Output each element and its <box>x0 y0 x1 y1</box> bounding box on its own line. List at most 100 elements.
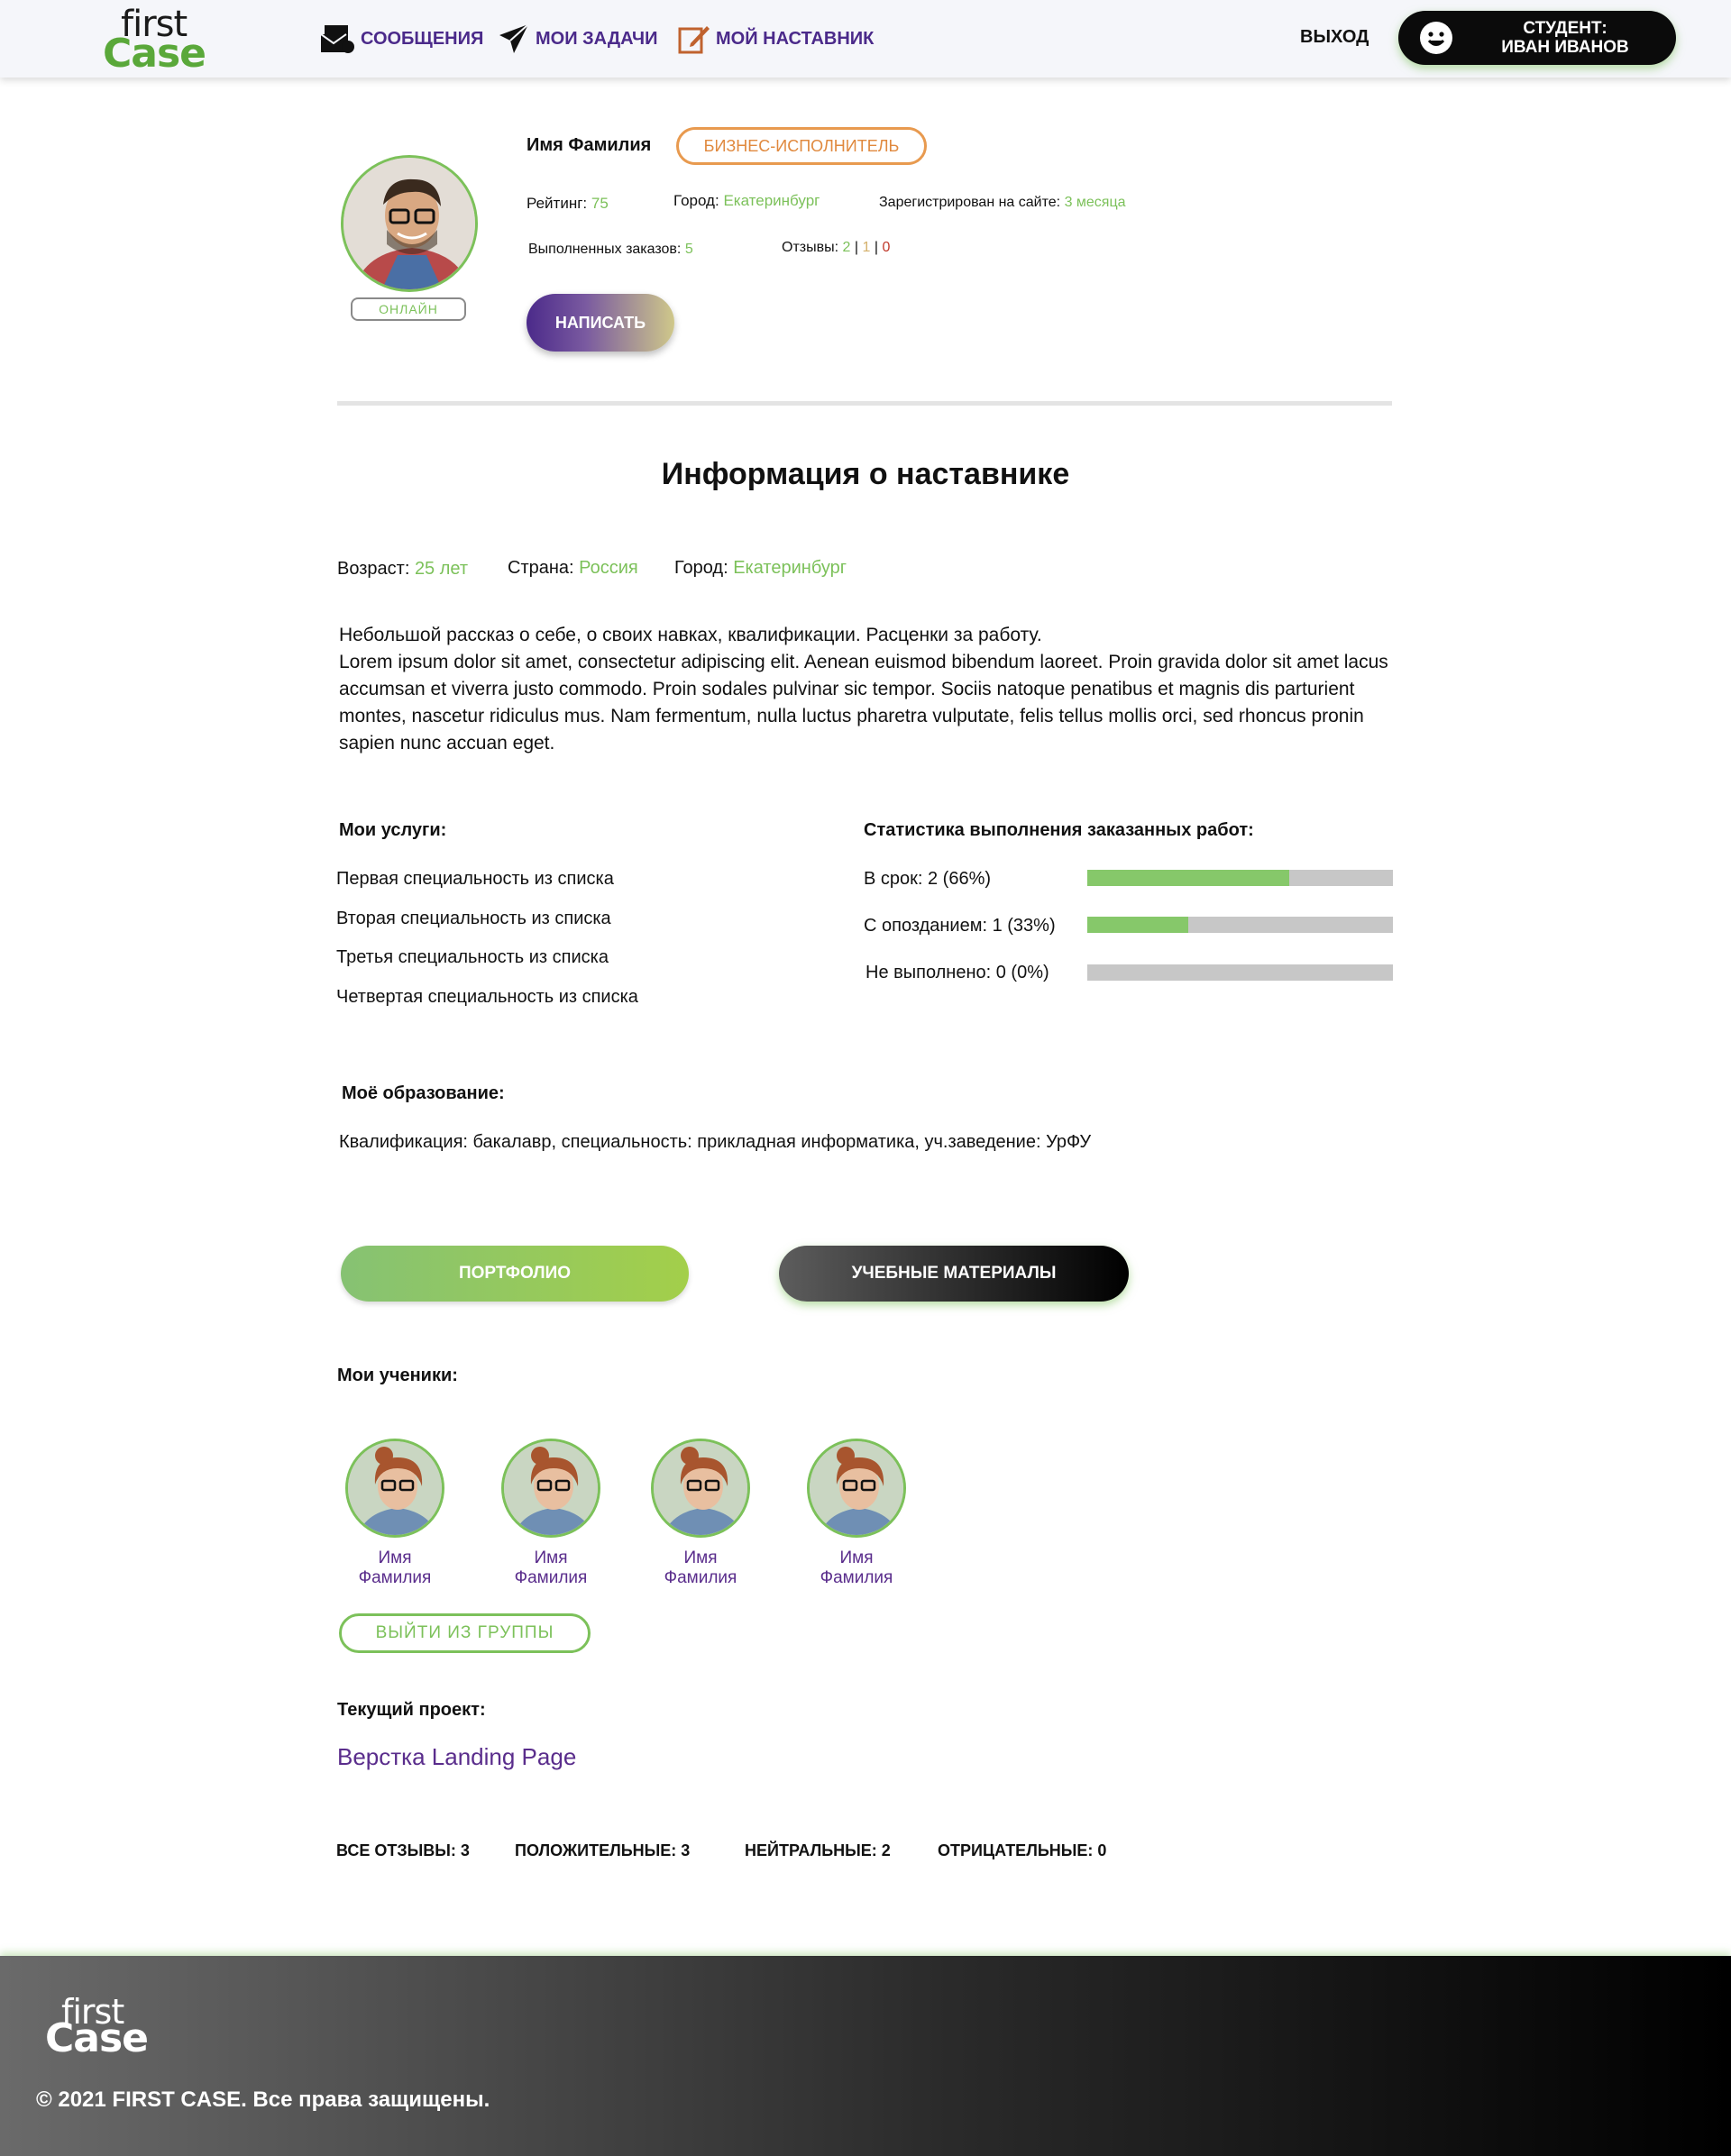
footer-logo-case: Case <box>45 2015 149 2061</box>
city-label: Город: <box>673 192 719 209</box>
footer: first Case © 2021 FIRST CASE. Все права … <box>0 1956 1731 2156</box>
student-name: Имя Фамилия <box>806 1548 907 1588</box>
nav-messages-label: СООБЩЕНИЯ <box>361 28 484 49</box>
send-icon <box>499 23 529 53</box>
smile-icon <box>1420 22 1452 54</box>
student-first-name: Имя <box>839 1548 874 1567</box>
student-last-name: Фамилия <box>514 1568 588 1587</box>
student-name: Имя Фамилия <box>344 1548 445 1588</box>
logo-case: Case <box>103 31 206 77</box>
info-city-value: Екатеринбург <box>733 558 847 578</box>
mentor-name: Имя Фамилия <box>527 135 652 155</box>
rating-stat: Рейтинг: 75 <box>527 195 609 213</box>
service-item: Четвертая специальность из списка <box>336 987 638 1007</box>
country-label: Страна: <box>508 558 574 578</box>
rating-value: 75 <box>591 195 609 212</box>
student-name: Имя Фамилия <box>650 1548 751 1588</box>
footer-logo[interactable]: first Case <box>45 1992 162 2064</box>
mentor-avatar <box>341 155 478 292</box>
nav-mentor-label: МОЙ НАСТАВНИК <box>716 28 875 49</box>
education-text: Квалификация: бакалавр, специальность: п… <box>339 1132 1092 1152</box>
city-value: Екатеринбург <box>723 192 820 209</box>
student-avatar <box>501 1439 600 1538</box>
rating-label: Рейтинг: <box>527 195 588 212</box>
service-item: Вторая специальность из списка <box>336 909 611 928</box>
header-logo[interactable]: first Case <box>103 4 211 77</box>
student-last-name: Фамилия <box>358 1568 432 1587</box>
online-status-badge: ОНЛАЙН <box>351 297 466 321</box>
tab-all-reviews[interactable]: ВСЕ ОТЗЫВЫ: 3 <box>336 1841 470 1860</box>
stat-ontime-fill <box>1087 870 1289 886</box>
student-name: Имя Фамилия <box>500 1548 601 1588</box>
nav-tasks-label: МОИ ЗАДАЧИ <box>536 28 658 49</box>
orders-label: Выполненных заказов: <box>528 242 682 257</box>
orders-stat: Выполненных заказов: 5 <box>528 242 693 258</box>
about-text: Небольшой рассказ о себе, о своих навках… <box>339 622 1403 757</box>
copyright-text: © 2021 FIRST CASE. Все права защищены. <box>36 2087 490 2112</box>
age-label: Возраст: <box>337 559 410 579</box>
nav-mentor[interactable]: МОЙ НАСТАВНИК <box>678 23 874 54</box>
country-value: Россия <box>579 558 638 578</box>
edit-icon <box>678 26 710 54</box>
mentor-info-title: Информация о наставнике <box>661 457 1070 491</box>
student-label: СТУДЕНТ: ИВАН ИВАНОВ <box>1470 19 1660 57</box>
student-name: ИВАН ИВАНОВ <box>1501 38 1629 57</box>
stat-failed-label: Не выполнено: 0 (0%) <box>866 963 1049 982</box>
service-item: Третья специальность из списка <box>336 947 609 967</box>
registered-stat: Зарегистрирован на сайте: 3 месяца <box>879 195 1126 211</box>
student-last-name: Фамилия <box>664 1568 737 1587</box>
student-avatar <box>345 1439 444 1538</box>
student-card[interactable]: Имя Фамилия <box>344 1439 445 1588</box>
student-avatar <box>651 1439 750 1538</box>
reviews-sep-1: | <box>854 240 859 255</box>
reviews-negative: 0 <box>882 240 891 255</box>
reviews-sep-2: | <box>874 240 878 255</box>
tab-neutral-reviews[interactable]: НЕЙТРАЛЬНЫЕ: 2 <box>745 1841 891 1860</box>
role-badge: БИЗНЕС-ИСПОЛНИТЕЛЬ <box>676 127 927 165</box>
students-title: Мои ученики: <box>337 1366 458 1385</box>
registered-value: 3 месяца <box>1064 195 1126 210</box>
stats-title: Статистика выполнения заказанных работ: <box>864 820 1254 840</box>
nav-messages[interactable]: СООБЩЕНИЯ <box>321 23 483 54</box>
info-city-label: Город: <box>674 558 728 578</box>
student-role: СТУДЕНТ: <box>1523 19 1607 38</box>
education-title: Моё образование: <box>342 1083 505 1103</box>
stat-ontime-label: В срок: 2 (66%) <box>864 869 992 889</box>
orders-value: 5 <box>684 242 693 257</box>
portfolio-button[interactable]: ПОРТФОЛИО <box>341 1246 689 1302</box>
leave-group-button[interactable]: ВЫЙТИ ИЗ ГРУППЫ <box>339 1613 591 1653</box>
info-city: Город: Екатеринбург <box>674 558 847 579</box>
student-card[interactable]: Имя Фамилия <box>650 1439 751 1588</box>
reviews-positive: 2 <box>842 240 851 255</box>
stat-failed-bar <box>1087 964 1393 981</box>
top-nav-bar: first Case СООБЩЕНИЯ МОИ ЗАДАЧИ МОЙ НАСТ… <box>0 0 1731 78</box>
student-first-name: Имя <box>534 1548 568 1567</box>
stat-late-bar <box>1087 917 1393 933</box>
stat-late-fill <box>1087 917 1188 933</box>
current-project-link[interactable]: Верстка Landing Page <box>337 1743 576 1771</box>
section-divider <box>337 401 1392 406</box>
student-profile-button[interactable]: СТУДЕНТ: ИВАН ИВАНОВ <box>1398 11 1676 65</box>
write-message-button[interactable]: НАПИСАТЬ <box>527 294 674 352</box>
envelope-icon <box>321 25 354 53</box>
age-value: 25 лет <box>414 559 469 579</box>
stat-ontime-bar <box>1087 870 1393 886</box>
student-card[interactable]: Имя Фамилия <box>806 1439 907 1588</box>
registered-label: Зарегистрирован на сайте: <box>879 195 1061 210</box>
about-lead: Небольшой рассказ о себе, о своих навках… <box>339 625 1042 645</box>
nav-tasks[interactable]: МОИ ЗАДАЧИ <box>498 23 657 54</box>
reviews-stat: Отзывы: 2 | 1 | 0 <box>782 240 890 256</box>
student-first-name: Имя <box>378 1548 412 1567</box>
city-stat: Город: Екатеринбург <box>673 192 820 210</box>
tab-positive-reviews[interactable]: ПОЛОЖИТЕЛЬНЫЕ: 3 <box>515 1841 690 1860</box>
logout-link[interactable]: ВЫХОД <box>1300 27 1369 48</box>
student-last-name: Фамилия <box>820 1568 893 1587</box>
age-info: Возраст: 25 лет <box>337 559 468 580</box>
services-title: Мои услуги: <box>339 820 447 840</box>
student-card[interactable]: Имя Фамилия <box>500 1439 601 1588</box>
materials-button[interactable]: УЧЕБНЫЕ МАТЕРИАЛЫ <box>779 1246 1129 1302</box>
about-body: Lorem ipsum dolor sit amet, consectetur … <box>339 652 1388 754</box>
project-title: Текущий проект: <box>337 1700 486 1720</box>
tab-negative-reviews[interactable]: ОТРИЦАТЕЛЬНЫЕ: 0 <box>938 1841 1106 1860</box>
service-item: Первая специальность из списка <box>336 869 614 889</box>
